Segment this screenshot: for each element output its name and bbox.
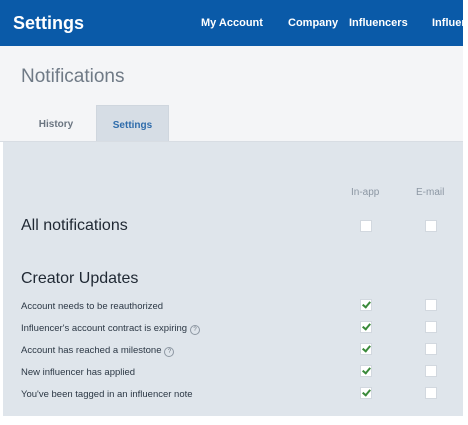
- tab-settings-label: Settings: [112, 120, 153, 131]
- nav-influencer-list[interactable]: Influencer List: [432, 17, 463, 29]
- nav-influencers[interactable]: Influencers: [349, 17, 408, 29]
- column-header-in-app: In-app: [351, 187, 380, 198]
- milestone-email-checkbox[interactable]: [425, 343, 437, 355]
- tagged-note-email-checkbox[interactable]: [425, 387, 437, 399]
- column-header-email: E-mail: [416, 187, 445, 198]
- row-label-new-influencer: New influencer has applied: [21, 367, 135, 378]
- creator-updates-title: Creator Updates: [21, 270, 139, 287]
- row-label-text: You've been tagged in an influencer note: [21, 389, 193, 400]
- row-label-reauthorized: Account needs to be reauthorized: [21, 301, 163, 312]
- tab-history[interactable]: History: [16, 105, 96, 141]
- checkmark-icon: [362, 321, 371, 331]
- row-label-text: Influencer's account contract is expirin…: [21, 323, 188, 334]
- nav-my-account[interactable]: My Account: [201, 17, 263, 29]
- milestone-in-app-checkbox[interactable]: [360, 343, 372, 355]
- checkmark-icon: [362, 365, 371, 375]
- page-title: Notifications: [21, 66, 125, 87]
- reauthorized-in-app-checkbox[interactable]: [360, 299, 372, 311]
- all-notifications-email-checkbox[interactable]: [425, 220, 437, 232]
- new-influencer-in-app-checkbox[interactable]: [360, 365, 372, 377]
- top-nav: My Account Company Influencers Influence…: [0, 0, 463, 46]
- help-icon[interactable]: ?: [164, 347, 175, 357]
- tab-history-label: History: [38, 119, 74, 130]
- row-label-text: Account has reached a milestone: [21, 345, 162, 356]
- help-icon[interactable]: ?: [190, 325, 201, 335]
- contract-expiring-email-checkbox[interactable]: [425, 321, 437, 333]
- tab-settings[interactable]: Settings: [96, 105, 169, 141]
- app-frame: Settings My Account Company Influencers …: [0, 0, 463, 425]
- checkmark-icon: [362, 343, 371, 353]
- tagged-note-in-app-checkbox[interactable]: [360, 387, 372, 399]
- all-notifications-in-app-checkbox[interactable]: [360, 220, 372, 232]
- new-influencer-email-checkbox[interactable]: [425, 365, 437, 377]
- contract-expiring-in-app-checkbox[interactable]: [360, 321, 372, 333]
- page-header: Notifications History Settings: [0, 46, 463, 142]
- row-label-text: New influencer has applied: [21, 367, 136, 378]
- checkmark-icon: [362, 299, 371, 309]
- nav-company[interactable]: Company: [288, 17, 338, 29]
- checkmark-icon: [362, 387, 371, 397]
- row-label-milestone: Account has reached a milestone?: [21, 345, 175, 357]
- row-label-contract-expiring: Influencer's account contract is expirin…: [21, 323, 201, 335]
- reauthorized-email-checkbox[interactable]: [425, 299, 437, 311]
- top-bar: Settings My Account Company Influencers …: [0, 0, 463, 46]
- all-notifications-label: All notifications: [21, 217, 128, 234]
- row-label-text: Account needs to be reauthorized: [21, 301, 164, 312]
- row-label-tagged-note: You've been tagged in an influencer note: [21, 389, 193, 400]
